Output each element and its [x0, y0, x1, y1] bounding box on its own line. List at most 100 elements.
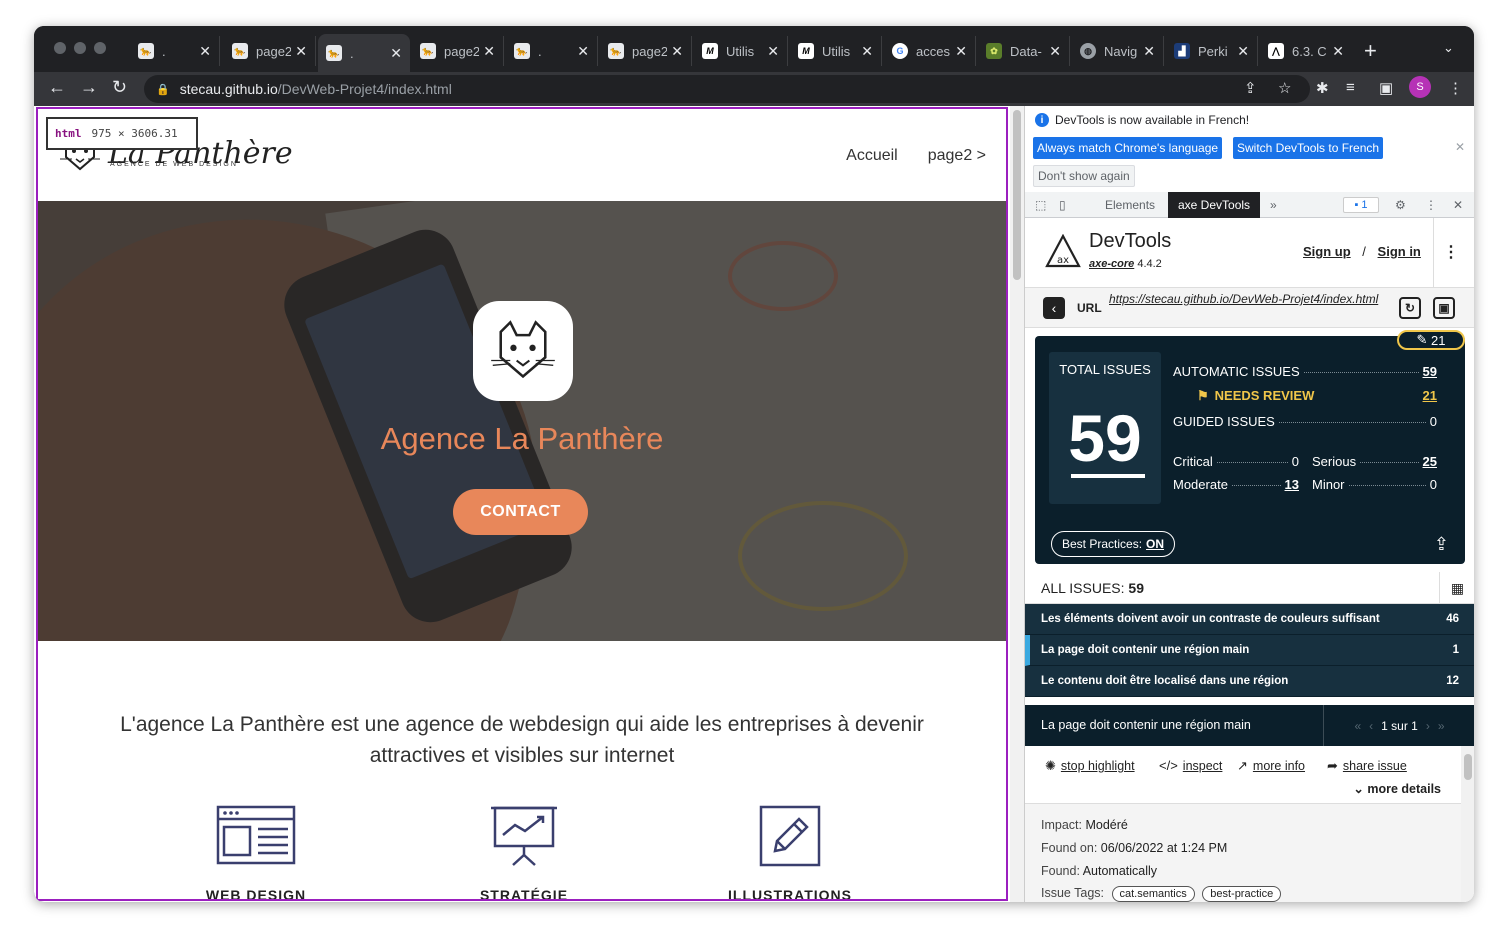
rescan-icon[interactable]: ↻: [1399, 297, 1421, 319]
first-page-icon[interactable]: «: [1354, 719, 1361, 733]
close-devtools-icon[interactable]: ✕: [1453, 192, 1463, 218]
close-tab-icon[interactable]: ✕: [671, 43, 683, 60]
switch-to-french-button[interactable]: Switch DevTools to French: [1233, 137, 1384, 159]
close-tab-icon[interactable]: ✕: [295, 43, 307, 60]
nav-link-accueil[interactable]: Accueil: [846, 147, 898, 165]
menu-kebab-icon[interactable]: ⋮: [1448, 79, 1463, 97]
more-info-button[interactable]: ↗ more info: [1237, 758, 1305, 774]
devtools-menu-icon[interactable]: ⋮: [1425, 192, 1437, 218]
bookmark-star-icon[interactable]: ☆: [1278, 75, 1291, 103]
panther-icon: 🐆: [326, 45, 342, 61]
close-tab-icon[interactable]: ✕: [1332, 43, 1344, 60]
settings-gear-icon[interactable]: ⚙: [1395, 192, 1406, 218]
sign-in-link[interactable]: Sign in: [1378, 244, 1421, 259]
browser-tab[interactable]: 🐆 page2 ✕: [224, 36, 316, 66]
review-pill-count: 21: [1431, 332, 1446, 348]
always-match-language-button[interactable]: Always match Chrome's language: [1033, 137, 1223, 159]
device-toolbar-icon[interactable]: ▯: [1059, 192, 1066, 218]
language-notice: i DevTools is now available in French! A…: [1025, 106, 1474, 192]
export-icon[interactable]: ⇪: [1434, 534, 1449, 555]
best-practices-toggle[interactable]: Best Practices: ON: [1051, 531, 1176, 557]
scrollbar-thumb[interactable]: [1013, 110, 1021, 280]
serious-count[interactable]: 25: [1423, 454, 1437, 469]
browser-tab[interactable]: ◍ Navig ✕: [1072, 36, 1164, 66]
prev-page-icon[interactable]: ‹: [1369, 719, 1373, 733]
share-icon[interactable]: ⇪: [1244, 75, 1257, 103]
needs-review-pill[interactable]: ✎ 21: [1397, 330, 1465, 350]
browser-tab[interactable]: 🐆 . ✕: [130, 36, 220, 66]
browser-window-icon: [216, 805, 296, 865]
scanned-url-link[interactable]: https://stecau.github.io/DevWeb-Projet4/…: [1109, 292, 1399, 307]
dont-show-again-button[interactable]: Don't show again: [1033, 165, 1135, 187]
automatic-count[interactable]: 59: [1423, 364, 1437, 379]
scrollbar-thumb[interactable]: [1464, 754, 1472, 780]
tab-elements[interactable]: Elements: [1105, 192, 1155, 218]
side-panel-icon[interactable]: ▣: [1379, 79, 1393, 97]
issue-pager: « ‹ 1 sur 1 › »: [1323, 705, 1474, 746]
close-tab-icon[interactable]: ✕: [390, 45, 402, 62]
browser-tab[interactable]: 🐆 page2 ✕: [600, 36, 692, 66]
inspect-button[interactable]: </> inspect: [1159, 758, 1222, 773]
browser-tab[interactable]: 🐆 page2 ✕: [412, 36, 504, 66]
address-bar[interactable]: 🔒 stecau.github.io /DevWeb-Projet4/index…: [144, 75, 1310, 103]
axe-menu-icon[interactable]: ⋮: [1443, 242, 1459, 262]
nav-link-page2[interactable]: page2 >: [928, 147, 986, 165]
more-details-toggle[interactable]: ⌄ more details: [1353, 781, 1441, 796]
close-tab-icon[interactable]: ✕: [955, 43, 967, 60]
back-icon[interactable]: ‹: [1043, 297, 1065, 319]
last-page-icon[interactable]: »: [1438, 719, 1445, 733]
close-tab-icon[interactable]: ✕: [1237, 43, 1249, 60]
sign-up-link[interactable]: Sign up: [1303, 244, 1351, 259]
tab-title: .: [350, 45, 354, 61]
page-scrollbar[interactable]: [1010, 106, 1024, 902]
close-tab-icon[interactable]: ✕: [577, 43, 589, 60]
next-page-icon[interactable]: ›: [1426, 719, 1430, 733]
tab-title: 6.3. C: [1292, 43, 1327, 59]
minimize-window-button[interactable]: [74, 42, 86, 54]
axe-core-link[interactable]: axe-core: [1089, 258, 1134, 270]
issue-row[interactable]: Les éléments doivent avoir un contraste …: [1025, 604, 1474, 635]
reload-icon[interactable]: ↻: [112, 77, 127, 98]
new-tab-button[interactable]: +: [1364, 38, 1377, 64]
needs-review-count[interactable]: 21: [1423, 388, 1437, 403]
highlight-icon: ✺: [1045, 758, 1056, 773]
share-issue-button[interactable]: ➦ share issue: [1327, 758, 1407, 774]
back-arrow-icon[interactable]: ←: [48, 77, 66, 98]
tab-search-icon[interactable]: ⌄: [1443, 40, 1454, 56]
reading-list-icon[interactable]: ≡: [1346, 79, 1355, 96]
browser-tab[interactable]: ▟ Perki ✕: [1166, 36, 1258, 66]
browser-tab[interactable]: ⋀ 6.3. C ✕: [1260, 36, 1352, 66]
browser-tab-active[interactable]: 🐆 . ✕: [318, 34, 410, 72]
forward-arrow-icon[interactable]: →: [80, 77, 98, 98]
close-window-button[interactable]: [54, 42, 66, 54]
inspect-element-icon[interactable]: ⬚: [1035, 192, 1046, 218]
contact-button[interactable]: CONTACT: [453, 489, 588, 535]
close-tab-icon[interactable]: ✕: [483, 43, 495, 60]
maximize-window-button[interactable]: [94, 42, 106, 54]
devtools-scrollbar[interactable]: [1461, 746, 1474, 902]
close-tab-icon[interactable]: ✕: [767, 43, 779, 60]
issue-row-selected[interactable]: La page doit contenir une région main 1: [1025, 635, 1474, 666]
close-tab-icon[interactable]: ✕: [199, 43, 211, 60]
close-tab-icon[interactable]: ✕: [861, 43, 873, 60]
messages-badge[interactable]: ▪ 1: [1343, 197, 1379, 213]
tab-axe-devtools[interactable]: axe DevTools: [1168, 192, 1261, 218]
moderate-count[interactable]: 13: [1285, 477, 1299, 492]
issue-row[interactable]: Le contenu doit être localisé dans une r…: [1025, 666, 1474, 697]
close-tab-icon[interactable]: ✕: [1143, 43, 1155, 60]
browser-tab[interactable]: G acces ✕: [884, 36, 976, 66]
save-icon[interactable]: ▣: [1433, 297, 1455, 319]
profile-avatar[interactable]: S: [1409, 76, 1431, 98]
browser-tab[interactable]: M Utilis ✕: [694, 36, 788, 66]
close-tab-icon[interactable]: ✕: [1049, 43, 1061, 60]
header-divider: [1433, 218, 1434, 288]
devtools-panel: i DevTools is now available in French! A…: [1024, 106, 1474, 902]
close-notice-icon[interactable]: ✕: [1455, 140, 1465, 154]
extensions-icon[interactable]: ✱: [1316, 79, 1329, 97]
browser-tab[interactable]: M Utilis ✕: [790, 36, 882, 66]
grid-view-icon[interactable]: ▦: [1439, 572, 1474, 604]
browser-tab[interactable]: 🐆 . ✕: [506, 36, 598, 66]
browser-tab[interactable]: ✿ Data- ✕: [978, 36, 1070, 66]
stop-highlight-button[interactable]: ✺ stop highlight: [1045, 758, 1135, 774]
more-tabs-button[interactable]: »: [1270, 192, 1277, 218]
